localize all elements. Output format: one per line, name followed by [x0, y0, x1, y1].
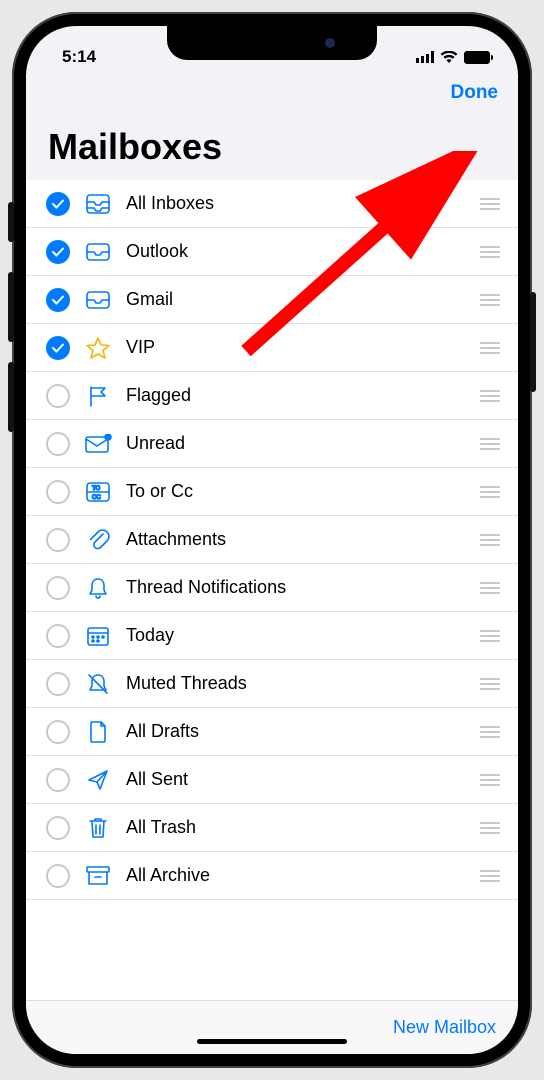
checkbox-all-sent[interactable] — [46, 768, 70, 792]
reorder-handle[interactable] — [470, 516, 510, 563]
mailbox-row-all-inboxes[interactable]: All Inboxes — [26, 180, 518, 228]
reorder-handle[interactable] — [470, 276, 510, 323]
new-mailbox-button[interactable]: New Mailbox — [393, 1017, 496, 1038]
checkbox-unread[interactable] — [46, 432, 70, 456]
reorder-handle[interactable] — [470, 852, 510, 899]
mailbox-row-today[interactable]: Today — [26, 612, 518, 660]
mailbox-label: All Trash — [126, 817, 470, 838]
mailbox-row-vip[interactable]: VIP — [26, 324, 518, 372]
mailbox-label: All Inboxes — [126, 193, 470, 214]
home-indicator[interactable] — [197, 1039, 347, 1044]
mailbox-row-all-trash[interactable]: All Trash — [26, 804, 518, 852]
reorder-handle[interactable] — [470, 756, 510, 803]
checkbox-to-or-cc[interactable] — [46, 480, 70, 504]
tray-icon — [84, 238, 112, 266]
reorder-handle[interactable] — [470, 660, 510, 707]
mailbox-row-all-archive[interactable]: All Archive — [26, 852, 518, 900]
side-button — [530, 292, 536, 392]
reorder-handle[interactable] — [470, 180, 510, 227]
reorder-handle[interactable] — [470, 468, 510, 515]
mailbox-label: To or Cc — [126, 481, 470, 502]
mailbox-row-outlook[interactable]: Outlook — [26, 228, 518, 276]
mailbox-label: VIP — [126, 337, 470, 358]
mailbox-row-muted-threads[interactable]: Muted Threads — [26, 660, 518, 708]
checkbox-flagged[interactable] — [46, 384, 70, 408]
mailbox-label: Gmail — [126, 289, 470, 310]
nav-bar: Done — [26, 74, 518, 104]
mailbox-label: Outlook — [126, 241, 470, 262]
mailbox-row-all-sent[interactable]: All Sent — [26, 756, 518, 804]
volume-up-button — [8, 272, 14, 342]
reorder-handle[interactable] — [470, 804, 510, 851]
star-icon — [84, 334, 112, 362]
page-title: Mailboxes — [26, 104, 518, 180]
screen: 5:14 Done Mailboxes All Inboxes Outlook Gm… — [26, 26, 518, 1054]
mailbox-row-thread-notifications[interactable]: Thread Notifications — [26, 564, 518, 612]
checkbox-vip[interactable] — [46, 336, 70, 360]
wifi-icon — [440, 51, 458, 64]
phone-frame: 5:14 Done Mailboxes All Inboxes Outlook Gm… — [12, 12, 532, 1068]
tray-icon — [84, 286, 112, 314]
bell-slash-icon — [84, 670, 112, 698]
checkbox-muted-threads[interactable] — [46, 672, 70, 696]
archive-icon — [84, 862, 112, 890]
mailbox-row-unread[interactable]: Unread — [26, 420, 518, 468]
bell-icon — [84, 574, 112, 602]
reorder-handle[interactable] — [470, 228, 510, 275]
tray-stack-icon — [84, 190, 112, 218]
cellular-signal-icon — [416, 51, 434, 63]
battery-icon — [464, 51, 490, 64]
reorder-handle[interactable] — [470, 372, 510, 419]
reorder-handle[interactable] — [470, 420, 510, 467]
mailbox-list: All Inboxes Outlook Gmail VIP Flagged Unread T… — [26, 180, 518, 1000]
mailbox-row-gmail[interactable]: Gmail — [26, 276, 518, 324]
reorder-handle[interactable] — [470, 708, 510, 755]
mailbox-row-all-drafts[interactable]: All Drafts — [26, 708, 518, 756]
checkbox-all-archive[interactable] — [46, 864, 70, 888]
mailbox-label: Today — [126, 625, 470, 646]
mailbox-label: All Drafts — [126, 721, 470, 742]
checkbox-outlook[interactable] — [46, 240, 70, 264]
reorder-handle[interactable] — [470, 612, 510, 659]
status-time: 5:14 — [62, 47, 96, 67]
reorder-handle[interactable] — [470, 324, 510, 371]
checkbox-today[interactable] — [46, 624, 70, 648]
toolbar: New Mailbox — [26, 1000, 518, 1054]
svg-text:CC: CC — [92, 495, 101, 501]
status-indicators — [416, 51, 490, 64]
calendar-icon — [84, 622, 112, 650]
envelope-badge-icon — [84, 430, 112, 458]
mute-switch — [8, 202, 14, 242]
notch — [167, 26, 377, 60]
mailbox-row-attachments[interactable]: Attachments — [26, 516, 518, 564]
volume-down-button — [8, 362, 14, 432]
done-button[interactable]: Done — [451, 82, 499, 104]
trash-icon — [84, 814, 112, 842]
mailbox-label: Muted Threads — [126, 673, 470, 694]
mailbox-label: Thread Notifications — [126, 577, 470, 598]
mailbox-row-to-or-cc[interactable]: TO CC To or Cc — [26, 468, 518, 516]
tocc-icon: TO CC — [84, 478, 112, 506]
doc-icon — [84, 718, 112, 746]
checkbox-all-trash[interactable] — [46, 816, 70, 840]
mailbox-label: All Archive — [126, 865, 470, 886]
checkbox-all-drafts[interactable] — [46, 720, 70, 744]
flag-icon — [84, 382, 112, 410]
mailbox-label: Flagged — [126, 385, 470, 406]
checkbox-thread-notifications[interactable] — [46, 576, 70, 600]
paperclip-icon — [84, 526, 112, 554]
mailbox-label: All Sent — [126, 769, 470, 790]
svg-text:TO: TO — [92, 486, 101, 492]
paperplane-icon — [84, 766, 112, 794]
front-camera — [325, 38, 335, 48]
mailbox-row-flagged[interactable]: Flagged — [26, 372, 518, 420]
reorder-handle[interactable] — [470, 564, 510, 611]
mailbox-label: Attachments — [126, 529, 470, 550]
checkbox-all-inboxes[interactable] — [46, 192, 70, 216]
checkbox-attachments[interactable] — [46, 528, 70, 552]
mailbox-label: Unread — [126, 433, 470, 454]
checkbox-gmail[interactable] — [46, 288, 70, 312]
